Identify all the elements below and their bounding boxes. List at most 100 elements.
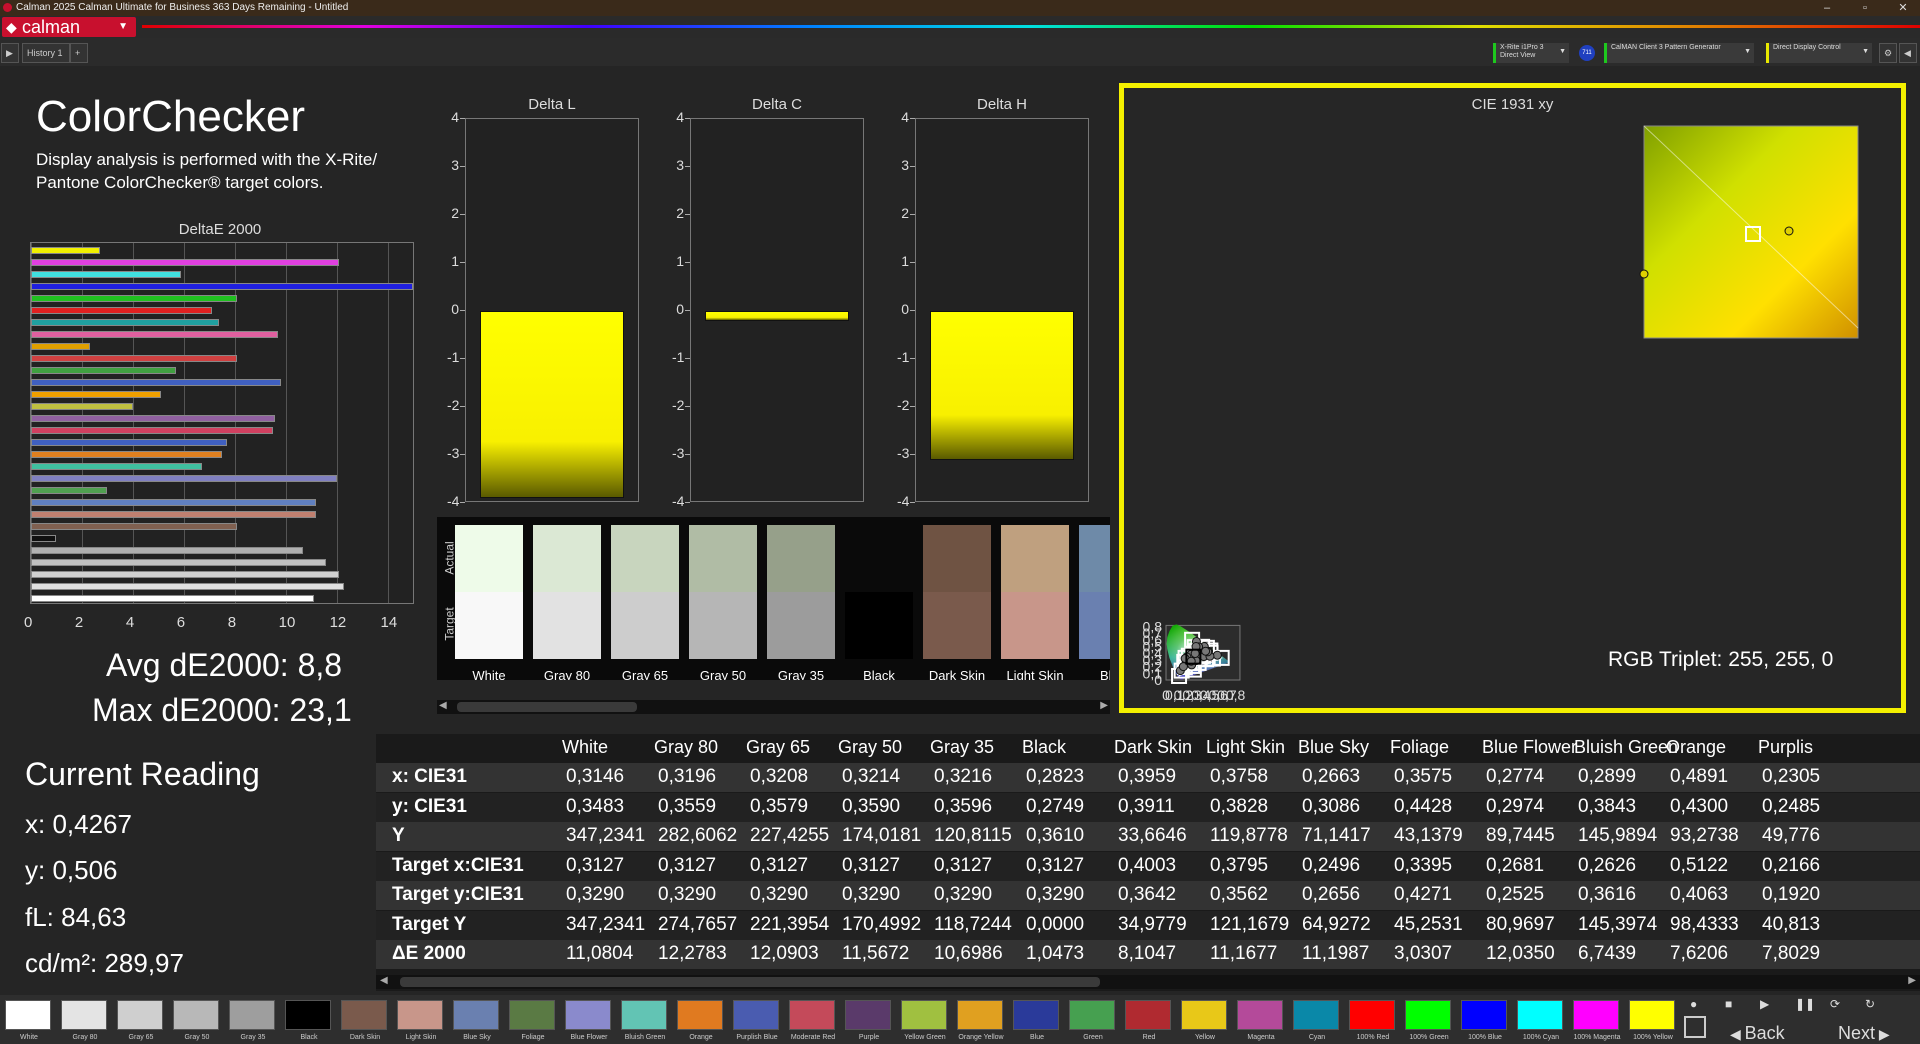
scroll-left-icon[interactable]: ◀	[439, 700, 447, 711]
color-swatch[interactable]: Gray 65	[611, 525, 679, 680]
patch-button[interactable]: Purplish Blue	[731, 997, 783, 1042]
color-swatch[interactable]: Black	[845, 525, 913, 680]
patch-button[interactable]: 100% Yellow	[1627, 997, 1679, 1042]
scroll-left-icon[interactable]: ◀	[380, 975, 388, 986]
refresh-icon[interactable]: ↻	[1865, 997, 1875, 1011]
patch-button[interactable]: Gray 50	[171, 997, 223, 1042]
swatch-label: Gray 65	[621, 668, 669, 680]
stop-icon[interactable]: ■	[1725, 997, 1732, 1011]
delta-chart-plot	[915, 118, 1089, 502]
table-cell: 145,3974	[1578, 913, 1658, 935]
patch-button[interactable]: 100% Cyan	[1515, 997, 1567, 1042]
pause-icon[interactable]: ❚❚	[1795, 997, 1815, 1011]
table-cell: 0,3146	[566, 766, 625, 787]
swatch-label: Dark Skin	[928, 668, 986, 680]
patch-button[interactable]: Gray 35	[227, 997, 279, 1042]
table-row-header: Target x:CIE31	[392, 854, 524, 876]
scroll-thumb[interactable]	[400, 977, 1100, 987]
chevron-down-icon: ▼	[1559, 48, 1566, 55]
color-swatch[interactable]: White	[455, 525, 523, 680]
patch-button[interactable]: Black	[283, 997, 335, 1042]
loop-icon[interactable]: ⟳	[1830, 997, 1840, 1011]
patch-button[interactable]: Magenta	[1235, 997, 1287, 1042]
patch-button[interactable]: Gray 80	[59, 997, 111, 1042]
swatch-target	[923, 592, 991, 659]
patch-label: Blue	[1029, 1034, 1044, 1041]
history-tab[interactable]: History 1	[22, 43, 70, 63]
color-swatch[interactable]: Gray 35	[767, 525, 835, 680]
patch-button[interactable]: Foliage	[507, 997, 559, 1042]
color-swatch[interactable]: Blue	[1079, 525, 1110, 680]
color-swatch[interactable]: Gray 50	[689, 525, 757, 680]
swatch-scrollbar[interactable]: ◀ ▶	[437, 700, 1110, 714]
table-row: ΔE 2000 11,0804 12,2783 12,0903 11,5672 10,69…	[376, 940, 1920, 969]
play-icon[interactable]: ▶	[1760, 997, 1769, 1011]
scroll-right-icon[interactable]: ▶	[1100, 700, 1108, 711]
meter-selector[interactable]: X-Rite i1Pro 3 Direct View ▼	[1493, 43, 1569, 63]
patch-button[interactable]: 100% Red	[1347, 997, 1399, 1042]
color-swatch[interactable]: Light Skin	[1001, 525, 1069, 680]
patch-button[interactable]: Blue Flower	[563, 997, 615, 1042]
color-swatch[interactable]: Gray 80	[533, 525, 601, 680]
scroll-right-icon[interactable]: ▶	[1908, 975, 1916, 986]
collapse-icon[interactable]: ◀	[1899, 43, 1917, 63]
patch-label: Blue Flower	[570, 1034, 608, 1041]
patch-button[interactable]: Orange	[675, 997, 727, 1042]
restore-icon[interactable]: ▫	[1848, 0, 1882, 16]
record-icon[interactable]: ●	[1690, 997, 1697, 1011]
deltae-bar	[31, 547, 304, 554]
patch-button[interactable]: Red	[1123, 997, 1175, 1042]
back-button[interactable]: ◀ Back	[1730, 1023, 1785, 1044]
table-scrollbar[interactable]: ◀ ▶	[376, 975, 1920, 989]
next-button[interactable]: Next ▶	[1838, 1023, 1890, 1044]
table-cell: 282,6062	[658, 825, 738, 846]
patch-button[interactable]: Yellow Green	[899, 997, 951, 1042]
patch-label: Gray 80	[72, 1034, 98, 1041]
patch-button[interactable]: Blue Sky	[451, 997, 503, 1042]
stop-square-button[interactable]	[1684, 1016, 1706, 1038]
patch-button[interactable]: Light Skin	[395, 997, 447, 1042]
scroll-thumb[interactable]	[457, 702, 637, 712]
minimize-icon[interactable]: –	[1810, 0, 1844, 16]
table-column-header: Gray 50	[838, 737, 903, 757]
display-name: Direct Display Control	[1773, 44, 1841, 51]
table-cell: 3,0307	[1394, 943, 1453, 964]
meter-badge[interactable]: 711	[1579, 45, 1595, 61]
patch-button[interactable]: Bluish Green	[619, 997, 671, 1042]
patch-label: Magenta	[1247, 1034, 1275, 1041]
patch-color	[341, 1000, 387, 1030]
patch-button[interactable]: Green	[1067, 997, 1119, 1042]
generator-selector[interactable]: CalMAN Client 3 Pattern Generator ▼	[1604, 43, 1754, 63]
table-cell: 0,3216	[934, 766, 993, 787]
swatch-target	[845, 592, 913, 659]
table-cell: 119,8778	[1210, 825, 1288, 846]
patch-button[interactable]: 100% Green	[1403, 997, 1455, 1042]
swatch-target	[689, 592, 757, 659]
patch-button[interactable]: Orange Yellow	[955, 997, 1007, 1042]
table-row: y: CIE31 0,3483 0,3559 0,3579 0,3590 0,3596 0,…	[376, 792, 1920, 822]
patch-button[interactable]: Dark Skin	[339, 997, 391, 1042]
patch-button[interactable]: Moderate Red	[787, 997, 839, 1042]
table-column-header: White	[562, 737, 609, 757]
patch-button[interactable]: Cyan	[1291, 997, 1343, 1042]
patch-button[interactable]: White	[3, 997, 55, 1042]
patch-button[interactable]: Blue	[1011, 997, 1063, 1042]
patch-button[interactable]: Gray 65	[115, 997, 167, 1042]
patch-button[interactable]: Purple	[843, 997, 895, 1042]
patch-button[interactable]: 100% Blue	[1459, 997, 1511, 1042]
swatch-actual	[1079, 525, 1110, 592]
history-add-button[interactable]: +	[70, 43, 88, 63]
color-swatch[interactable]: Dark Skin	[923, 525, 991, 680]
display-selector[interactable]: Direct Display Control ▼	[1766, 43, 1872, 63]
patch-button[interactable]: 100% Magenta	[1571, 997, 1623, 1042]
close-icon[interactable]: ✕	[1886, 0, 1920, 16]
patch-color	[845, 1000, 891, 1030]
deltae-bar	[31, 451, 222, 458]
swatch-label: White	[472, 668, 506, 680]
calman-logo-menu[interactable]: ◆ calman ▼	[2, 17, 136, 37]
settings-icon[interactable]: ⚙	[1879, 43, 1897, 63]
play-button[interactable]: ▶	[1, 43, 19, 63]
deltae-x-tick: 14	[380, 614, 398, 631]
patch-button[interactable]: Yellow	[1179, 997, 1231, 1042]
calman-logo-icon: ◆	[6, 19, 17, 35]
